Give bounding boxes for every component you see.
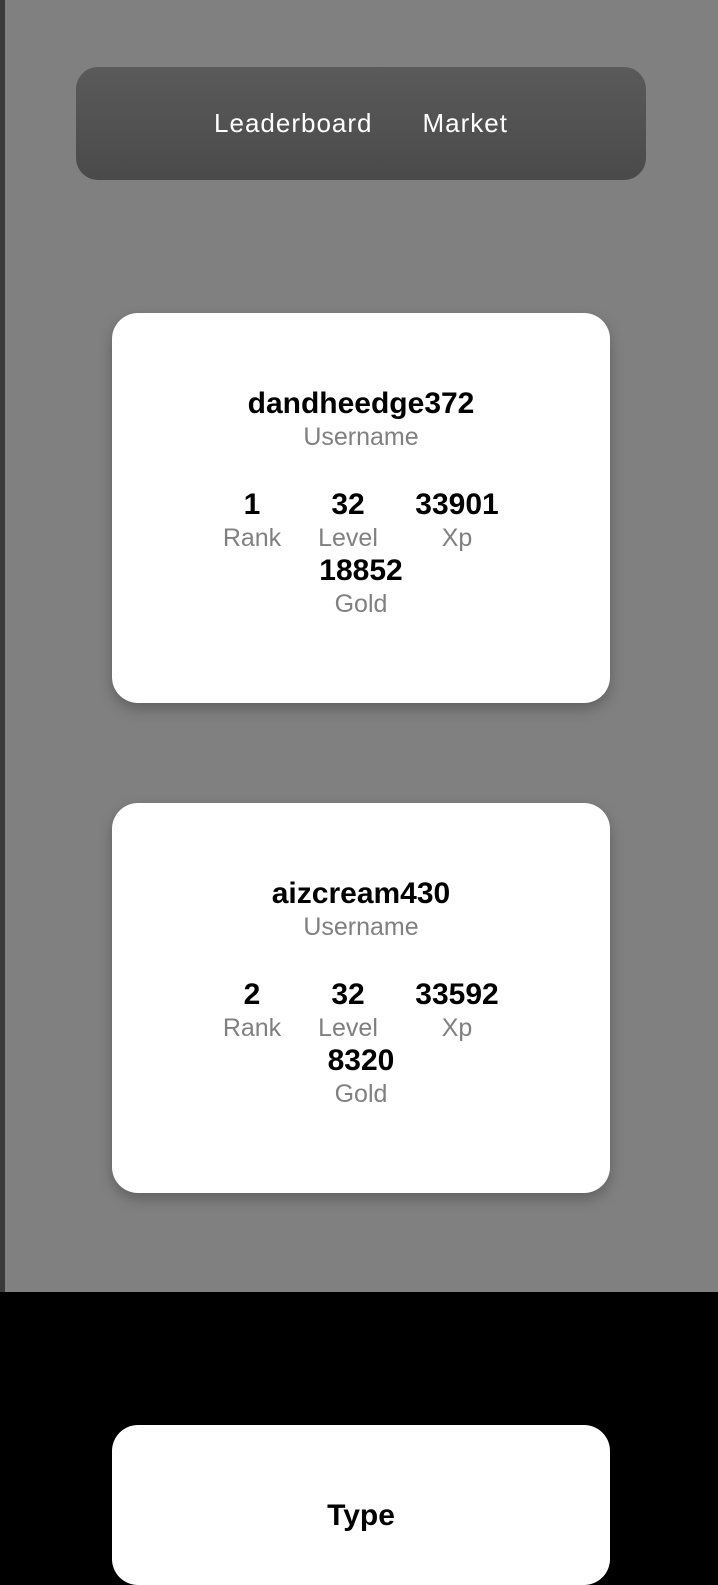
type-title: Type xyxy=(327,1499,395,1532)
gold-value: 8320 xyxy=(327,1044,395,1077)
gold-value: 18852 xyxy=(319,554,403,587)
username-value: aizcream430 xyxy=(271,877,451,910)
xp-label: Xp xyxy=(441,1014,473,1042)
gold-label: Gold xyxy=(334,1080,388,1108)
market-type-card: Type xyxy=(112,1425,610,1585)
xp-stat: 33592 Xp xyxy=(397,978,517,1044)
username-label: Username xyxy=(303,913,419,941)
player-card: aizcream430 Username 2 Rank 32 Level 335… xyxy=(112,803,610,1193)
xp-stat: 33901 Xp xyxy=(397,488,517,554)
nav-market-link[interactable]: Market xyxy=(423,108,508,139)
gold-stat: 8320 Gold xyxy=(301,1044,421,1110)
navbar: Leaderboard Market xyxy=(76,67,646,180)
level-label: Level xyxy=(318,1014,378,1042)
level-label: Level xyxy=(318,524,378,552)
player-card: dandheedge372 Username 1 Rank 32 Level 3… xyxy=(112,313,610,703)
gold-stat: 18852 Gold xyxy=(301,554,421,620)
xp-value: 33901 xyxy=(415,488,499,521)
gold-label: Gold xyxy=(334,590,388,618)
level-stat: 32 Level xyxy=(288,978,408,1044)
username-label: Username xyxy=(303,423,419,451)
xp-value: 33592 xyxy=(415,978,499,1011)
level-value: 32 xyxy=(331,488,365,521)
level-stat: 32 Level xyxy=(288,488,408,554)
nav-leaderboard-link[interactable]: Leaderboard xyxy=(214,108,372,139)
xp-label: Xp xyxy=(441,524,473,552)
username-value: dandheedge372 xyxy=(247,387,475,420)
level-value: 32 xyxy=(331,978,365,1011)
